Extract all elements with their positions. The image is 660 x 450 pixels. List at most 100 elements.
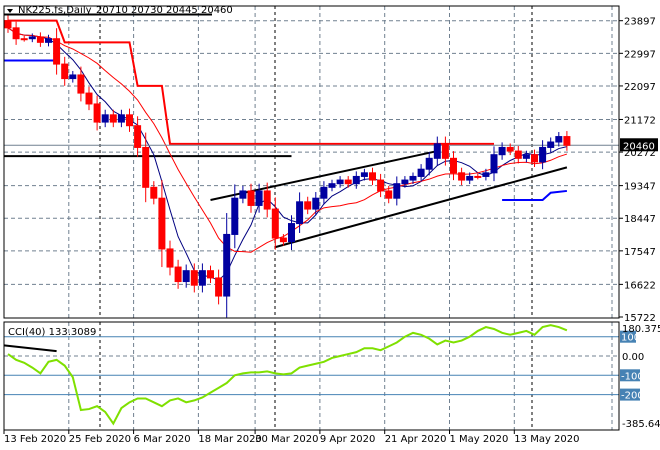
- bear-candle: [271, 208, 279, 239]
- bear-candle: [304, 201, 312, 210]
- bear-candle: [531, 154, 538, 163]
- bull-candle: [328, 183, 336, 188]
- cci-label: CCI(40) 133.3089: [8, 327, 96, 338]
- bull-candle: [28, 36, 36, 40]
- cci-trendline: [3, 344, 57, 353]
- bull-candle: [312, 197, 320, 210]
- price-tick-label: 23897: [624, 17, 656, 28]
- cci-level-label: -100: [621, 371, 644, 382]
- date-tick-label: 21 Apr 2020: [385, 434, 447, 445]
- bear-candle: [77, 74, 85, 94]
- date-tick-label: 25 Feb 2020: [69, 434, 131, 445]
- bull-candle: [69, 74, 77, 80]
- grid: [4, 6, 619, 430]
- bull-candle: [425, 157, 433, 170]
- current-price-label: 20460: [623, 141, 655, 152]
- date-tick-label: 18 Mar 2020: [198, 434, 261, 445]
- bear-candle: [215, 277, 223, 297]
- cci-max-label: 180.3754: [622, 324, 660, 335]
- bear-candle: [166, 248, 174, 268]
- bear-candle: [126, 114, 133, 127]
- bull-candle: [101, 114, 109, 123]
- bear-candle: [514, 150, 522, 159]
- bear-candle: [190, 270, 198, 286]
- bull-candle: [296, 201, 304, 225]
- bear-candle: [20, 38, 28, 41]
- bull-candle: [117, 114, 125, 123]
- bear-candle: [458, 172, 466, 181]
- bear-candle: [93, 103, 101, 123]
- bear-candle: [279, 237, 287, 243]
- bear-candle: [150, 186, 158, 199]
- bull-candle: [255, 190, 263, 206]
- overlays: [4, 19, 619, 281]
- date-tick-label: 1 May 2020: [450, 434, 509, 445]
- bull-candle: [393, 183, 401, 199]
- price-tick-label: 19347: [624, 182, 656, 193]
- bull-candle: [498, 146, 506, 156]
- date-tick-label: 30 Mar 2020: [255, 434, 318, 445]
- chart-header: NK225.fs,Daily 20710 20730 20445 20460: [4, 5, 233, 16]
- bear-candle: [441, 143, 449, 159]
- bear-candle: [12, 27, 20, 40]
- bear-candle: [4, 20, 12, 29]
- bull-candle: [555, 136, 563, 143]
- bull-candle: [336, 179, 344, 185]
- price-tick-label: 17547: [624, 247, 656, 258]
- bull-candle: [417, 168, 425, 177]
- price-tick-label: 18447: [624, 214, 656, 225]
- price-tick-label: 15722: [624, 313, 656, 324]
- bear-candle: [109, 114, 117, 123]
- bear-candle: [36, 36, 44, 43]
- bear-candle: [377, 179, 385, 192]
- bear-candle: [563, 136, 571, 146]
- bull-candle: [547, 141, 555, 148]
- fast-moving-average: [7, 27, 568, 281]
- bear-candle: [142, 146, 150, 188]
- bear-candle: [158, 197, 166, 250]
- bull-candle: [409, 175, 417, 181]
- cci-min-label: -385.640: [622, 419, 660, 430]
- bear-candle: [207, 270, 214, 279]
- bear-candle: [53, 38, 61, 65]
- bull-candle: [360, 172, 368, 177]
- price-tick-label: 21172: [624, 115, 656, 126]
- bull-candle: [288, 223, 295, 243]
- date-tick-label: 13 Feb 2020: [4, 434, 66, 445]
- bear-candle: [506, 146, 514, 152]
- date-tick-label: 6 Mar 2020: [134, 434, 191, 445]
- bull-candle: [45, 38, 52, 43]
- bear-candle: [369, 172, 376, 181]
- bull-candle: [401, 179, 409, 185]
- price-tick-label: 16622: [624, 280, 656, 291]
- candles: [4, 15, 571, 318]
- bear-candle: [263, 190, 271, 210]
- bull-candle: [466, 175, 474, 181]
- cci-level-label: -200: [621, 391, 644, 402]
- bull-candle: [482, 172, 490, 177]
- bull-candle: [182, 270, 190, 283]
- price-tick-label: 22997: [624, 49, 656, 60]
- bull-candle: [320, 186, 328, 199]
- bear-candle: [134, 125, 142, 148]
- price-chart: 100-100-2000.00180.3754-385.640 23897229…: [3, 5, 660, 445]
- bull-candle: [198, 270, 206, 286]
- bull-candle: [433, 143, 441, 159]
- bull-candle: [522, 154, 530, 159]
- bull-candle: [223, 233, 231, 297]
- cci-panel: 100-100-2000.00180.3754-385.640: [3, 324, 660, 430]
- date-tick-label: 13 May 2020: [514, 434, 579, 445]
- bear-candle: [61, 63, 69, 80]
- collapse-triangle-icon[interactable]: [7, 9, 13, 13]
- bear-candle: [174, 266, 182, 283]
- cci-line: [7, 324, 568, 426]
- bear-candle: [450, 157, 457, 174]
- blue-level-line: [502, 189, 568, 202]
- cci-frame: [3, 321, 620, 431]
- price-tick-label: 22097: [624, 82, 656, 93]
- bull-candle: [490, 154, 498, 174]
- bear-candle: [385, 190, 393, 199]
- axes: 2389722997220972117220272193471844717547…: [3, 5, 658, 445]
- bull-candle: [539, 146, 547, 163]
- bull-candle: [239, 190, 247, 199]
